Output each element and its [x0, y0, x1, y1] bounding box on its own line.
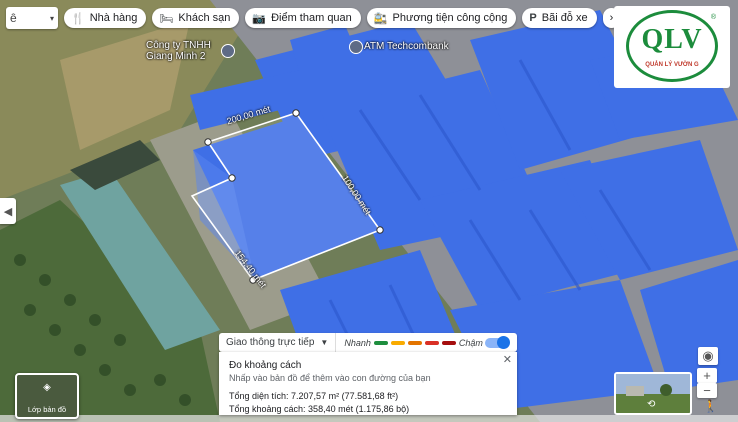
- traffic-toggle[interactable]: [485, 335, 510, 349]
- total-area: Tổng diện tích: 7.207,57 m² (77.581,68 f…: [229, 391, 399, 401]
- chip-transit[interactable]: 🚉 Phương tiện công cộng: [366, 8, 517, 28]
- search-box[interactable]: ê ▾: [6, 7, 58, 29]
- traffic-mode-dropdown[interactable]: Giao thông trực tiếp ▼: [219, 333, 337, 352]
- registered-icon: ®: [710, 14, 716, 21]
- layers-icon: ◈: [43, 382, 51, 393]
- transit-icon: 🚉: [373, 12, 388, 25]
- traffic-bar: Giao thông trực tiếp ▼ Nhanh Chậm: [219, 333, 517, 352]
- svg-text:⟲: ⟲: [647, 399, 656, 410]
- layers-label: Lớp bản đồ: [27, 405, 67, 414]
- street-view-thumbnail[interactable]: ⟲: [614, 372, 692, 415]
- chevron-right-icon: ›: [609, 12, 614, 24]
- eye-view-button[interactable]: ◉: [698, 347, 718, 365]
- measure-distance-card: ✕ Đo khoảng cách Nhấp vào bản đồ để thêm…: [219, 352, 517, 415]
- expand-panel-button[interactable]: ◀: [0, 198, 16, 224]
- search-glyph: ê: [10, 11, 17, 25]
- logo-subtitle: QUẢN LÝ VƯỜN G: [645, 62, 699, 68]
- zoom-out-button[interactable]: −: [697, 383, 717, 398]
- layers-button[interactable]: ◈ Lớp bản đồ: [15, 373, 79, 419]
- plus-icon: +: [703, 368, 711, 383]
- pegman-icon[interactable]: 🚶: [703, 399, 718, 415]
- chip-parking[interactable]: P Bãi đỗ xe: [522, 8, 597, 28]
- poi-label-company[interactable]: Công ty TNHH Giang Minh 2: [146, 40, 211, 62]
- restaurant-icon: 🍴: [71, 12, 85, 25]
- legend-segment: [390, 340, 405, 345]
- legend-segment: [441, 340, 456, 345]
- close-icon[interactable]: ✕: [503, 353, 512, 366]
- parking-icon: P: [529, 12, 537, 24]
- hotel-icon: 🛏: [159, 12, 174, 25]
- logo-text: QLV: [641, 24, 703, 55]
- traffic-legend: Nhanh Chậm: [344, 337, 483, 348]
- total-distance: Tổng khoảng cách: 358,40 mét (1.175,86 b…: [229, 404, 410, 414]
- company-poi-marker[interactable]: [221, 44, 235, 58]
- qlv-logo: QLV QUẢN LÝ VƯỜN G ®: [614, 6, 730, 88]
- attraction-icon: 📷: [252, 12, 267, 25]
- chip-restaurants[interactable]: 🍴 Nhà hàng: [64, 8, 147, 28]
- poi-label-atm[interactable]: ATM Techcombank: [364, 41, 449, 52]
- measure-title: Đo khoảng cách: [229, 360, 302, 371]
- minus-icon: −: [703, 383, 711, 398]
- chevron-left-icon: ◀: [3, 205, 13, 218]
- legend-segment: [424, 340, 439, 345]
- caret-down-icon: ▼: [320, 338, 329, 347]
- chevron-down-icon[interactable]: ▾: [50, 14, 54, 23]
- chip-attractions[interactable]: 📷 Điểm tham quan: [245, 8, 361, 28]
- measure-hint: Nhấp vào bản đồ để thêm vào con đường củ…: [229, 373, 431, 383]
- atm-poi-marker[interactable]: [349, 40, 363, 54]
- eye-icon: ◉: [702, 348, 714, 363]
- chip-hotels[interactable]: 🛏 Khách sạn: [152, 8, 240, 28]
- street-view-preview: ⟲: [616, 374, 690, 413]
- legend-segment: [373, 340, 388, 345]
- zoom-in-button[interactable]: +: [697, 368, 717, 383]
- legend-segment: [407, 340, 422, 345]
- top-toolbar: ê ▾ 🍴 Nhà hàng 🛏 Khách sạn 📷 Điểm tham q…: [6, 7, 621, 29]
